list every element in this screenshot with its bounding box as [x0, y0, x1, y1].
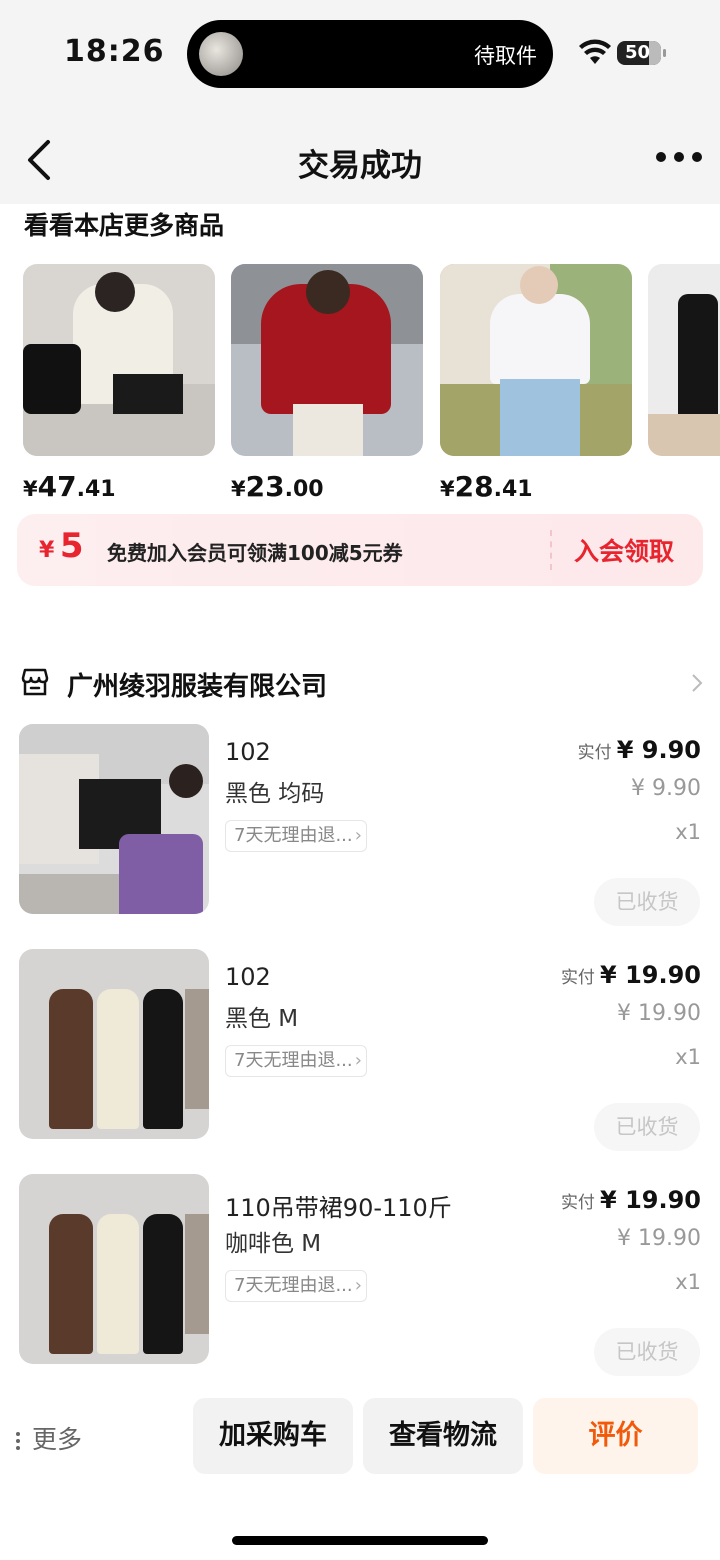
recommended-product[interactable]: ¥47.41: [23, 264, 215, 503]
more-options-icon[interactable]: [654, 152, 704, 166]
battery-icon: 50: [617, 41, 666, 65]
island-label: 待取件: [474, 44, 537, 68]
status-time: 18:26: [64, 34, 165, 69]
return-policy-tag[interactable]: 7天无理由退... ›: [225, 820, 367, 852]
coupon-amount: ¥ 5: [39, 526, 84, 566]
received-status-button[interactable]: 已收货: [594, 1328, 700, 1376]
view-logistics-button[interactable]: 查看物流: [363, 1398, 523, 1474]
product-image[interactable]: [231, 264, 423, 456]
add-to-cart-button[interactable]: 加采购车: [193, 1398, 353, 1474]
more-actions-button[interactable]: 更多: [16, 1420, 82, 1456]
received-status-button[interactable]: 已收货: [594, 1103, 700, 1151]
item-title: 110吊带裙90-110斤: [225, 1194, 452, 1222]
parcel-thumbnail: [199, 32, 243, 76]
product-image[interactable]: [648, 264, 720, 456]
dynamic-island[interactable]: 待取件: [187, 20, 553, 88]
coupon-description: 免费加入会员可领满100减5元券: [107, 541, 403, 565]
coupon-divider: [550, 530, 552, 570]
recommended-product[interactable]: ¥28.41: [440, 264, 632, 503]
item-paid-price: 实付 ¥ 19.90: [560, 961, 701, 989]
product-price: ¥28.41: [440, 470, 533, 503]
product-price: ¥23.00: [231, 470, 324, 503]
chevron-right-icon: ›: [354, 1275, 362, 1296]
item-paid-price: 实付 ¥ 19.90: [560, 1186, 701, 1214]
join-member-button[interactable]: 入会领取: [574, 532, 674, 568]
order-item[interactable]: 110吊带裙90-110斤 咖啡色 M 7天无理由退... › 实付 ¥ 19.9…: [0, 1174, 720, 1376]
item-quantity: x1: [675, 1270, 701, 1294]
item-original-price: ¥ 19.90: [617, 1001, 701, 1026]
item-image[interactable]: [19, 1174, 209, 1364]
item-spec: 黑色 M: [225, 1006, 299, 1032]
item-paid-price: 实付 ¥ 9.90: [577, 736, 701, 764]
item-spec: 黑色 均码: [225, 781, 325, 807]
return-policy-tag[interactable]: 7天无理由退... ›: [225, 1045, 367, 1077]
section-title: 看看本店更多商品: [24, 211, 225, 240]
home-indicator[interactable]: [232, 1536, 488, 1545]
order-item[interactable]: 102 黑色 均码 7天无理由退... › 实付 ¥ 9.90 ¥ 9.90 x1…: [0, 724, 720, 926]
member-coupon-banner[interactable]: ¥ 5 免费加入会员可领满100减5元券 入会领取: [17, 514, 703, 586]
item-original-price: ¥ 9.90: [631, 776, 701, 801]
recommended-product[interactable]: ¥23.00: [231, 264, 423, 503]
chevron-right-icon: ›: [354, 1050, 362, 1071]
nav-bar: 交易成功: [0, 100, 720, 204]
chevron-right-icon: ›: [354, 825, 362, 846]
product-image[interactable]: [23, 264, 215, 456]
recommended-product[interactable]: ¥12.9: [648, 264, 720, 456]
order-item[interactable]: 102 黑色 M 7天无理由退... › 实付 ¥ 19.90 ¥ 19.90 x…: [0, 949, 720, 1151]
return-policy-tag[interactable]: 7天无理由退... ›: [225, 1270, 367, 1302]
review-button[interactable]: 评价: [533, 1398, 698, 1474]
store-icon: [21, 668, 49, 696]
shop-name[interactable]: 广州绫羽服装有限公司: [67, 666, 327, 703]
item-original-price: ¥ 19.90: [617, 1226, 701, 1251]
status-bar: 18:26 待取件 50: [0, 0, 720, 100]
shop-header[interactable]: 广州绫羽服装有限公司: [0, 664, 720, 708]
item-quantity: x1: [675, 1045, 701, 1069]
product-price: ¥47.41: [23, 470, 116, 503]
vertical-dots-icon: [16, 1429, 22, 1453]
chevron-right-icon[interactable]: [690, 672, 704, 694]
received-status-button[interactable]: 已收货: [594, 878, 700, 926]
battery-level: 50: [625, 42, 651, 63]
product-image[interactable]: [440, 264, 632, 456]
item-title: 102: [225, 963, 271, 991]
item-spec: 咖啡色 M: [225, 1231, 322, 1257]
wifi-icon: [579, 39, 611, 64]
item-quantity: x1: [675, 820, 701, 844]
item-title: 102: [225, 738, 271, 766]
item-image[interactable]: [19, 724, 209, 914]
item-image[interactable]: [19, 949, 209, 1139]
page-title: 交易成功: [298, 148, 422, 184]
